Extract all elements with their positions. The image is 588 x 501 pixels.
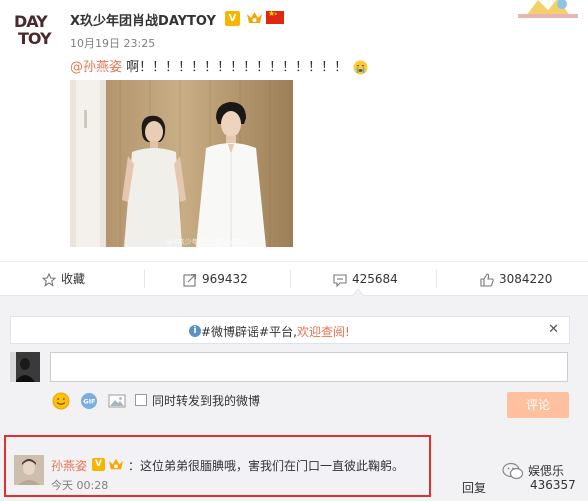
commenter-avatar[interactable] — [14, 455, 44, 485]
comment-text: ：这位弟弟很腼腆哦，害我们在门口一直彼此鞠躬。 — [128, 459, 405, 473]
member-crown-icon[interactable] — [246, 10, 263, 26]
submit-comment-button[interactable]: 评论 — [507, 392, 569, 418]
divider — [290, 270, 291, 288]
avatar-logo-text: DAY — [14, 12, 48, 31]
comment-time: 今天 00:28 — [51, 479, 109, 492]
post-action-bar: 收藏 969432 425684 3084220 — [0, 261, 588, 295]
repost-icon — [183, 273, 197, 287]
close-icon[interactable]: ✕ — [548, 322, 559, 337]
thumbs-up-icon — [480, 272, 494, 287]
comment-count: 425684 — [352, 272, 398, 286]
like-button[interactable]: 3084220 — [480, 262, 552, 296]
post-photo[interactable]: @X玖少年团肖战DAYTOY — [70, 80, 293, 247]
rumor-notice-bar: i #微博辟谣#平台,欢迎查阅! ✕ — [10, 316, 570, 344]
crying-emoji-icon — [353, 60, 368, 75]
image-icon[interactable] — [108, 392, 126, 410]
post-time[interactable]: 10月19日 23:25 — [70, 35, 155, 51]
comment-button[interactable]: 425684 — [333, 262, 398, 296]
divider — [144, 270, 145, 288]
comment-section: i #微博辟谣#平台,欢迎查阅! ✕ GIF 同时转发到我的微博 评论 孙燕姿 … — [0, 295, 588, 501]
author-name[interactable]: X玖少年团肖战DAYTOY — [70, 10, 216, 29]
gif-icon[interactable]: GIF — [80, 392, 98, 410]
post-text: 啊！！！！！！！！！！！！！！！！ — [122, 60, 348, 75]
member-crown-icon[interactable] — [108, 457, 124, 472]
repost-checkbox[interactable] — [135, 394, 147, 406]
user-photo — [10, 352, 40, 382]
commenter-name[interactable]: 孙燕姿 — [51, 457, 87, 474]
avatar-logo-text: TOY — [18, 29, 52, 48]
china-flag-icon: ★ ★ — [266, 9, 284, 24]
watermark-text: 娱偲乐 — [528, 464, 565, 478]
wechat-logo-icon — [502, 462, 524, 480]
current-user-avatar[interactable] — [10, 352, 40, 382]
comment-item: 孙燕姿 V ：这位弟弟很腼腆哦，害我们在门口一直彼此鞠躬。 今天 00:28 — [4, 435, 431, 497]
emoji-icon[interactable] — [52, 392, 70, 410]
commenter-photo — [14, 455, 44, 485]
svg-text:GIF: GIF — [83, 398, 95, 406]
author-avatar[interactable]: DAY TOY — [14, 14, 54, 48]
photo-image: @X玖少年团肖战DAYTOY — [70, 80, 293, 247]
reply-button[interactable]: 回复 — [462, 479, 486, 496]
comment-caret-icon — [352, 288, 364, 296]
verified-badge[interactable]: V — [225, 11, 240, 26]
decoration-card-icon — [518, 0, 578, 18]
notice-link[interactable]: 欢迎查阅! — [297, 325, 350, 339]
mention-link[interactable]: @孙燕姿 — [70, 60, 122, 75]
star-icon — [41, 272, 57, 287]
repost-checkbox-label[interactable]: 同时转发到我的微博 — [152, 392, 260, 409]
info-icon: i — [189, 325, 201, 337]
comment-icon — [333, 273, 347, 287]
favorite-button[interactable]: 收藏 — [41, 262, 86, 296]
divider — [436, 270, 437, 288]
post-content: @孙燕姿 啊！！！！！！！！！！！！！！！！ — [70, 56, 368, 75]
like-count: 3084220 — [499, 272, 553, 286]
favorite-label: 收藏 — [61, 272, 86, 286]
repost-count: 969432 — [202, 272, 248, 286]
comment-like-count[interactable]: 436357 — [530, 478, 576, 492]
photo-watermark: @X玖少年团肖战DAYTOY — [166, 237, 248, 246]
repost-button[interactable]: 969432 — [183, 262, 248, 296]
weibo-post: DAY TOY X玖少年团肖战DAYTOY V ★ ★ 10月19日 23:25 … — [0, 0, 588, 260]
notice-prefix[interactable]: #微博辟谣#平台, — [201, 325, 297, 339]
verified-badge[interactable]: V — [92, 458, 105, 471]
notice-text: #微博辟谣#平台,欢迎查阅! — [201, 323, 350, 340]
comment-input[interactable] — [50, 352, 568, 382]
